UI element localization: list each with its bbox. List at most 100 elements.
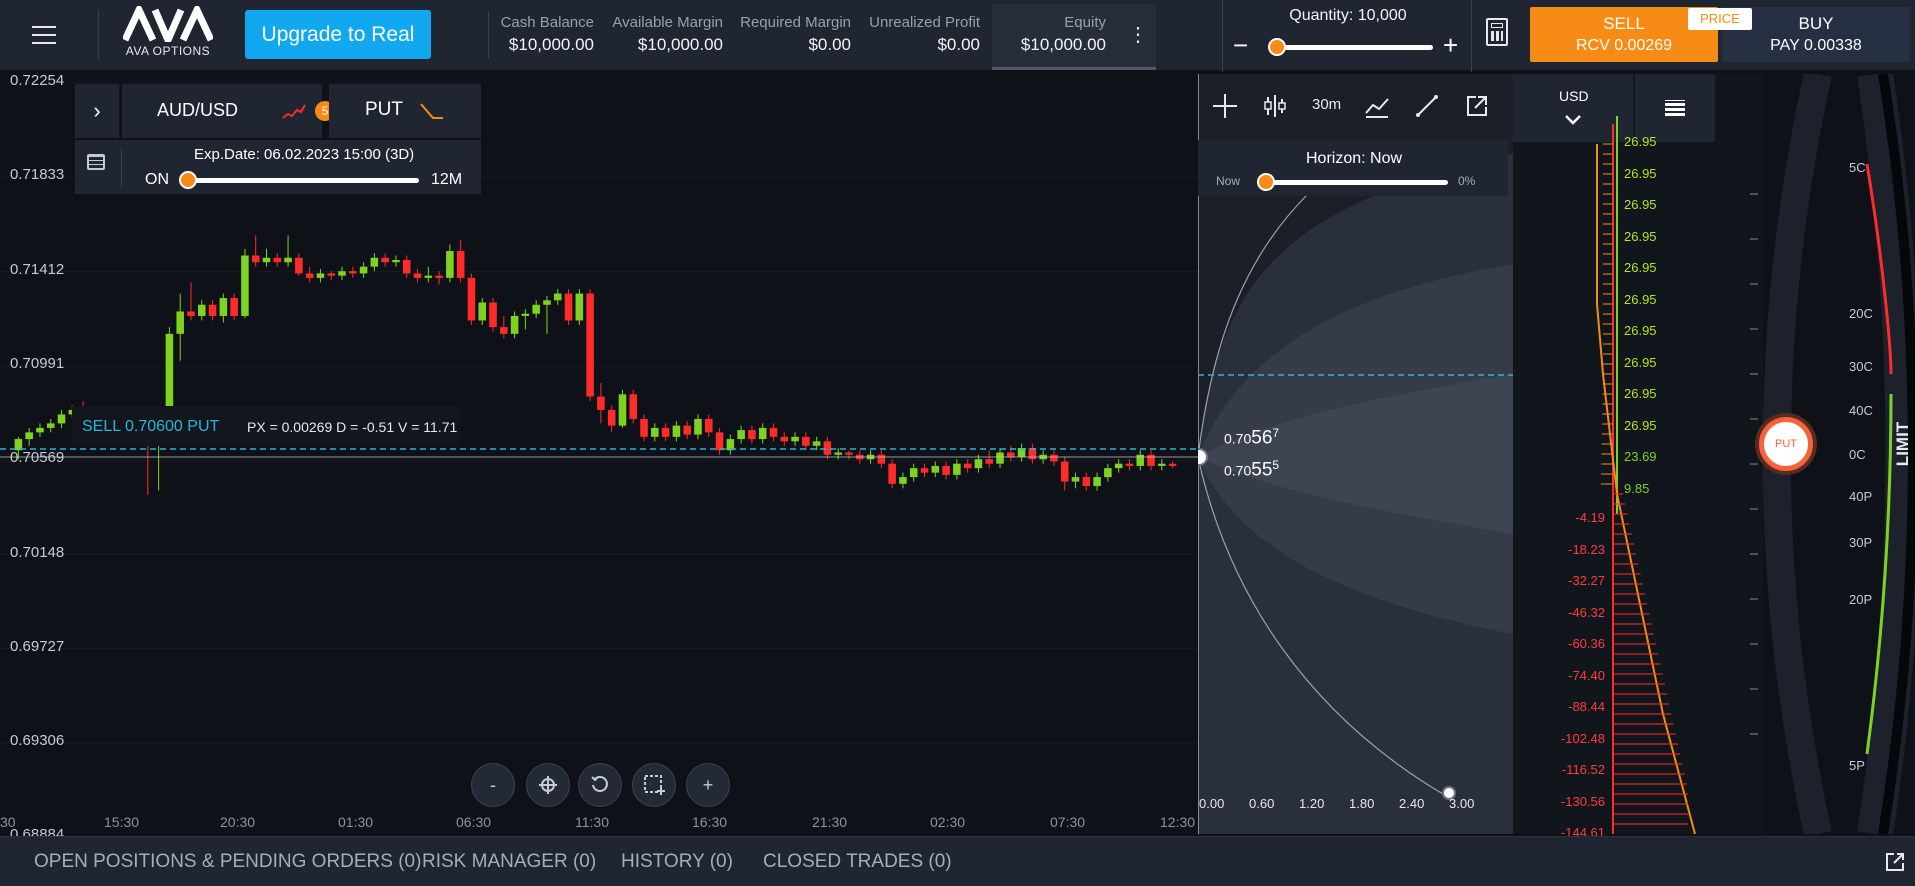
candle-body (1147, 454, 1155, 466)
candle-body (359, 266, 368, 274)
option-type-selector[interactable]: PUT (329, 84, 481, 138)
tab-closed-trades[interactable]: CLOSED TRADES (0) (763, 851, 952, 873)
quantity-slider-knob[interactable] (1268, 38, 1287, 56)
crosshair-tool-icon[interactable] (1212, 93, 1238, 119)
prob-axis-label: 1.80 (1349, 796, 1375, 811)
strike-mark-label: 40C (1849, 403, 1873, 418)
candle-body (543, 300, 551, 305)
candle-body (478, 302, 487, 321)
candle-body (521, 313, 530, 316)
put-curve-icon (420, 103, 443, 119)
strike-mark-label: 5P (1849, 758, 1865, 773)
horizon-label: Horizon: Now (1306, 150, 1403, 167)
draw-line-icon[interactable] (1414, 93, 1440, 119)
candle-body (467, 277, 476, 321)
candle-body (899, 477, 907, 484)
candle-body (758, 427, 767, 440)
instrument-selector[interactable]: AUD/USD 5 (122, 84, 335, 138)
vertical-dots-icon[interactable]: ⋮ (1128, 25, 1148, 45)
candle-body (251, 255, 260, 263)
probability-area[interactable]: 30m Horizon: Now Now 0% 0.70567 0.70555 … (1198, 74, 1513, 834)
candle-body (985, 459, 994, 464)
candle-body (262, 257, 271, 263)
candle-body (435, 275, 443, 278)
crosshair-center-button[interactable] (526, 763, 570, 807)
expiry-slider[interactable] (185, 178, 419, 183)
candle-body (553, 293, 562, 301)
candle-body (1050, 454, 1058, 462)
expiry-slider-left: ON (145, 171, 169, 188)
prob-axis-label: 2.40 (1399, 796, 1425, 811)
candle-body (888, 463, 896, 484)
x-axis-label: 06:30 (456, 814, 492, 830)
hamburger-icon[interactable] (32, 24, 56, 44)
expand-panel-icon[interactable] (1884, 851, 1906, 873)
zoom-out-button[interactable]: - (471, 763, 515, 807)
quantity-minus-button[interactable]: − (1233, 32, 1248, 58)
expiry-slider-knob[interactable] (179, 171, 197, 189)
chart-toolbar: 30m (1202, 86, 1512, 126)
ladder-value-negative: -18.23 (1568, 541, 1605, 557)
limit-label[interactable]: LIMIT (1893, 422, 1913, 466)
popout-icon[interactable] (1464, 93, 1490, 119)
ava-logo-icon (123, 6, 213, 42)
horizon-slider-knob[interactable] (1257, 173, 1275, 191)
reset-zoom-button[interactable] (578, 763, 622, 807)
candle-body (640, 418, 648, 437)
ladder-value-positive: 26.95 (1624, 354, 1657, 370)
ladder-value-positive: 26.95 (1624, 134, 1657, 149)
candle-body (338, 271, 346, 276)
tab-open-positions[interactable]: OPEN POSITIONS & PENDING ORDERS (0) (34, 851, 421, 873)
stat-equity: Equity $10,000.00 (1020, 14, 1106, 54)
candle-body (953, 463, 961, 475)
indicators-icon[interactable] (1262, 93, 1288, 119)
candle-body (812, 441, 821, 446)
calculator-icon[interactable] (1486, 18, 1508, 46)
strike-mark-label: 30P (1849, 535, 1873, 550)
ladder-value-positive: 26.95 (1624, 228, 1657, 244)
candle-body (424, 275, 433, 278)
put-knob[interactable]: PUT (1759, 417, 1813, 471)
instrument-symbol: AUD/USD (157, 100, 239, 120)
expiry-date: Exp.Date: 06.02.2023 15:00 (3D) (194, 146, 415, 163)
ladder-value-positive: 26.95 (1624, 291, 1657, 307)
candle-body (25, 432, 33, 440)
candle-body (1082, 477, 1091, 487)
candle-body (1114, 463, 1123, 469)
price-tag[interactable]: PRICE (1688, 8, 1752, 30)
horizon-slider[interactable] (1268, 180, 1448, 185)
trade-line-label[interactable]: SELL 0.70600 PUT PX = 0.00269 D = -0.51 … (72, 406, 460, 446)
x-axis-label: 02:30 (930, 814, 966, 830)
x-axis-label: 20:30 (220, 814, 256, 830)
quantity-plus-button[interactable]: + (1443, 32, 1458, 58)
quantity-slider[interactable] (1269, 45, 1433, 50)
payoff-ladder[interactable]: USD 26.95 26.95 26.95 26.95 26.95 26.95 26.95 2… (1513, 74, 1763, 840)
candle-body (187, 311, 195, 316)
candle-body (532, 304, 540, 314)
calendar-icon[interactable] (87, 154, 105, 170)
ladder-value-positive: 26.95 (1624, 197, 1657, 212)
chart-type-icon[interactable] (1364, 93, 1390, 119)
candle-body (575, 293, 584, 321)
candle-body (489, 302, 497, 328)
expiry-panel: Exp.Date: 06.02.2023 15:00 (3D) ON 12M (75, 140, 481, 194)
trade-info-text: PX = 0.00269 D = -0.51 V = 11.71 (247, 419, 458, 435)
upgrade-button[interactable]: Upgrade to Real (245, 10, 431, 59)
candle-body (661, 427, 670, 437)
strike-gauge[interactable]: 5C 20C 30C 40C 0C 40P 30P 20P 5P PUT LIMIT (1759, 74, 1915, 834)
tab-risk-manager[interactable]: RISK MANAGER (0) (422, 851, 596, 873)
candle-body (241, 255, 249, 316)
expand-panel-button[interactable]: › (75, 84, 120, 138)
tab-history[interactable]: HISTORY (0) (621, 851, 733, 873)
candle-body (273, 257, 282, 263)
candle-body (284, 257, 292, 263)
reset-icon (591, 776, 608, 792)
zoom-selection-button[interactable] (632, 763, 676, 807)
divider (98, 10, 99, 60)
candle-body (823, 441, 832, 455)
timeframe-button[interactable]: 30m (1312, 96, 1341, 113)
y-axis-label: 0.70991 (10, 354, 65, 372)
candle-body (381, 257, 389, 263)
x-axis-label: 30 (0, 814, 16, 830)
zoom-in-button[interactable]: + (686, 763, 730, 807)
